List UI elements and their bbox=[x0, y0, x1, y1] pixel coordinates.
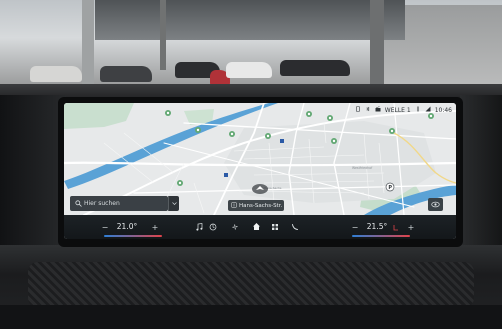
climate-icon bbox=[209, 223, 217, 231]
passenger-temp: 21.5° bbox=[366, 221, 388, 231]
driver-temp: 21.0° bbox=[116, 221, 138, 231]
battery-icon bbox=[425, 106, 431, 114]
home-icon bbox=[252, 223, 260, 230]
radio-icon bbox=[375, 106, 381, 114]
pillar bbox=[82, 0, 94, 92]
apps-icon bbox=[272, 224, 278, 230]
current-street-label[interactable]: Hans-Sachs-Str. bbox=[228, 200, 284, 211]
pillar bbox=[370, 0, 384, 92]
seat-heat-button[interactable] bbox=[392, 221, 400, 233]
clock: 10:46 bbox=[434, 106, 452, 114]
phone-button[interactable] bbox=[290, 221, 300, 233]
parked-car bbox=[226, 62, 272, 78]
current-street-name: Hans-Sachs-Str. bbox=[239, 202, 283, 209]
dashboard-lower bbox=[0, 305, 502, 329]
street-icon bbox=[231, 202, 237, 208]
bluetooth-icon bbox=[365, 106, 371, 114]
music-button[interactable] bbox=[194, 221, 204, 233]
driver-temp-up-button[interactable]: + bbox=[150, 221, 160, 233]
chevron-down-icon bbox=[172, 202, 177, 205]
map-view-button[interactable] bbox=[428, 198, 443, 211]
signal-icon bbox=[415, 106, 421, 114]
infotainment-screen: Westfriedhof Hans-Sachs P WELLE 1 10:46 … bbox=[64, 103, 456, 239]
map-search-input[interactable]: Hier suchen bbox=[70, 196, 168, 211]
status-bar: WELLE 1 10:46 bbox=[355, 105, 452, 115]
map-label: Westfriedhof bbox=[352, 166, 373, 170]
music-icon bbox=[195, 223, 202, 231]
passenger-temp-up-button[interactable]: + bbox=[406, 221, 416, 233]
fan-icon bbox=[232, 224, 238, 230]
search-placeholder: Hier suchen bbox=[84, 200, 120, 207]
search-options-button[interactable] bbox=[168, 196, 179, 211]
climate-button[interactable] bbox=[208, 221, 218, 233]
climate-control-bar: − 21.0° + − 21.5° + bbox=[64, 215, 456, 239]
passenger-temp-indicator bbox=[352, 235, 410, 237]
fan-button[interactable] bbox=[230, 221, 240, 233]
vehicle-position-icon bbox=[252, 184, 268, 194]
driver-temp-down-button[interactable]: − bbox=[100, 221, 110, 233]
driver-temp-indicator bbox=[104, 235, 162, 237]
passenger-temp-down-button[interactable]: − bbox=[350, 221, 360, 233]
seat-heat-icon bbox=[393, 224, 398, 230]
carport-roof bbox=[95, 0, 405, 40]
pillar bbox=[160, 0, 166, 70]
parked-car bbox=[30, 66, 82, 82]
phone-icon bbox=[355, 106, 361, 114]
home-button[interactable] bbox=[250, 220, 262, 233]
parking-icon: P bbox=[385, 182, 395, 192]
parked-car bbox=[100, 66, 152, 82]
apps-button[interactable] bbox=[270, 221, 280, 233]
eye-icon bbox=[431, 201, 440, 208]
parked-car bbox=[280, 60, 350, 76]
phone-icon bbox=[292, 224, 298, 230]
radio-station-label: WELLE 1 bbox=[384, 106, 411, 114]
svg-text:P: P bbox=[388, 185, 392, 191]
search-icon bbox=[75, 200, 82, 207]
carbon-trim bbox=[28, 262, 474, 308]
